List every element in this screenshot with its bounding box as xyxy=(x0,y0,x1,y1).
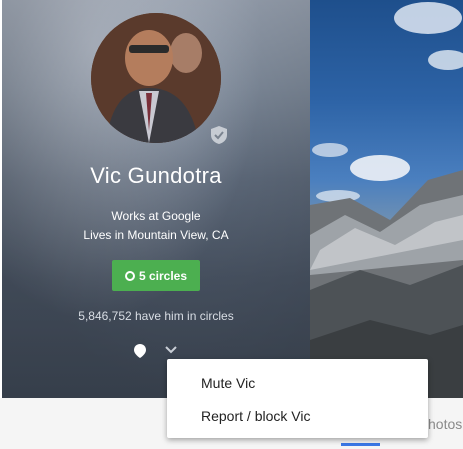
chevron-down-icon[interactable] xyxy=(165,344,177,354)
avatar-portrait xyxy=(91,13,221,143)
avatar[interactable] xyxy=(91,13,221,143)
in-circles-count: 5,846,752 have him in circles xyxy=(78,309,234,323)
cover-photo-mountains[interactable] xyxy=(310,0,463,398)
location-pin-icon[interactable] xyxy=(133,343,147,359)
profile-card: Vic Gundotra Works at Google Lives in Mo… xyxy=(0,0,463,449)
menu-item-report-block[interactable]: Report / block Vic xyxy=(201,408,310,424)
active-tab-indicator xyxy=(341,443,380,446)
profile-name: Vic Gundotra xyxy=(90,163,222,188)
location-info: Lives in Mountain View, CA xyxy=(83,228,229,242)
verified-shield-icon xyxy=(211,126,227,144)
circles-button-label: 5 circles xyxy=(138,268,188,283)
tab-photos[interactable]: hotos xyxy=(428,416,462,432)
work-info: Works at Google xyxy=(111,209,201,223)
menu-item-mute[interactable]: Mute Vic xyxy=(201,375,255,391)
mountain-scene xyxy=(310,2,463,398)
circle-icon xyxy=(124,270,135,281)
circles-button[interactable]: 5 circles xyxy=(112,260,200,291)
profile-actions-menu: Mute Vic Report / block Vic xyxy=(167,359,428,438)
